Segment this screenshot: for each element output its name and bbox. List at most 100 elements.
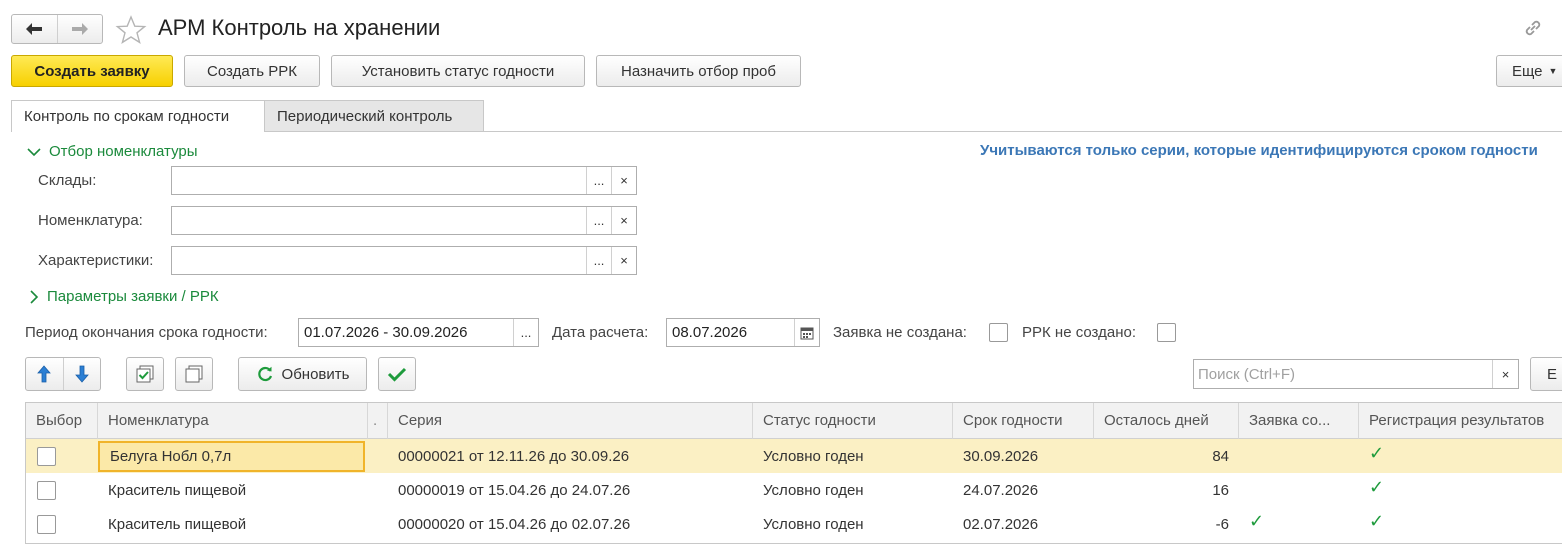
row-status: Условно годен [763,481,864,499]
search-input[interactable] [1194,360,1492,388]
check-all-icon [136,365,154,383]
nomenclature-field: ... × [171,206,637,235]
search-field: × [1193,359,1519,389]
period-field: 01.07.2026 - 30.09.2026 ... [298,318,539,347]
warehouses-clear-button[interactable]: × [611,167,636,194]
calc-date-field: 08.07.2026 [666,318,820,347]
arrow-right-icon [71,23,88,35]
move-down-button[interactable] [62,358,101,390]
column-header-nomenclature[interactable]: Номенклатура [98,403,368,439]
link-icon [1525,20,1541,36]
characteristics-label: Характеристики: [38,252,154,269]
row-select-checkbox[interactable] [37,514,56,534]
rrk-not-created-checkbox[interactable] [1157,323,1176,342]
row-days-left: 16 [1212,481,1229,499]
apply-button[interactable] [378,357,416,391]
column-header-status[interactable]: Статус годности [753,403,953,439]
nomenclature-choose-button[interactable]: ... [586,207,611,234]
row-series: 00000019 от 15.04.26 до 24.07.26 [398,481,631,499]
create-rrk-button[interactable]: Создать РРК [184,55,320,87]
table-row[interactable]: Белуга Нобл 0,7л 00000021 от 12.11.26 до… [26,439,1562,473]
tab-expiry-control[interactable]: Контроль по срокам годности [11,100,265,132]
set-status-button[interactable]: Установить статус годности [331,55,585,87]
column-header-select[interactable]: Выбор [26,403,98,439]
results-table: Выбор Номенклатура . Серия Статус годнос… [25,402,1562,544]
search-clear-button[interactable]: × [1492,360,1518,388]
characteristics-input[interactable] [172,247,586,274]
back-button[interactable] [12,15,57,43]
star-icon [115,15,147,44]
create-request-button[interactable]: Создать заявку [11,55,173,87]
row-select-checkbox[interactable] [37,446,56,466]
column-header-request[interactable]: Заявка со... [1239,403,1359,439]
check-icon [387,367,407,382]
calc-date-label: Дата расчета: [552,324,649,341]
assign-sampling-button[interactable]: Назначить отбор проб [596,55,801,87]
registration-check-icon: ✓ [1369,476,1385,497]
row-expiry: 24.07.2026 [963,481,1039,499]
favorite-button[interactable] [115,15,147,49]
registration-check-icon: ✓ [1369,510,1385,531]
column-sort-marker: . [368,403,388,439]
warehouses-choose-button[interactable]: ... [586,167,611,194]
refresh-button[interactable]: Обновить [238,357,367,391]
table-row[interactable]: Краситель пищевой 00000020 от 15.04.26 д… [26,507,1562,541]
table-row[interactable]: Краситель пищевой 00000019 от 15.04.26 д… [26,473,1562,507]
move-up-button[interactable] [26,358,63,390]
row-expiry: 30.09.2026 [963,447,1039,465]
request-params-title: Параметры заявки / РРК [47,288,219,305]
forward-button[interactable] [56,15,103,43]
request-params-toggle[interactable]: Параметры заявки / РРК [29,288,219,305]
period-choose-button[interactable]: ... [513,319,538,346]
period-input[interactable]: 01.07.2026 - 30.09.2026 [299,319,513,346]
refresh-icon [257,366,272,382]
nomenclature-clear-button[interactable]: × [611,207,636,234]
row-series: 00000020 от 15.04.26 до 02.07.26 [398,515,631,533]
more-button[interactable]: Еще ▼ [1496,55,1562,87]
uncheck-all-button[interactable] [175,357,213,391]
row-select-checkbox[interactable] [37,480,56,500]
arrow-left-icon [26,23,43,35]
check-all-button[interactable] [126,357,164,391]
column-header-series[interactable]: Серия [388,403,753,439]
row-expiry: 02.07.2026 [963,515,1039,533]
link-button[interactable] [1522,17,1544,43]
nomenclature-filter-toggle[interactable]: Отбор номенклатуры [27,143,198,160]
row-series: 00000021 от 12.11.26 до 30.09.26 [398,447,630,465]
registration-check-icon: ✓ [1369,442,1385,463]
nomenclature-filter-title: Отбор номенклатуры [49,143,198,160]
calc-date-input[interactable]: 08.07.2026 [667,319,794,346]
arrow-up-icon [37,365,52,383]
column-header-registration[interactable]: Регистрация результатов [1359,403,1562,439]
more-button-label: Еще [1512,62,1543,80]
series-hint: Учитываются только серии, которые иденти… [980,142,1538,159]
calendar-button[interactable] [794,319,819,346]
characteristics-choose-button[interactable]: ... [586,247,611,274]
row-nomenclature[interactable]: Белуга Нобл 0,7л [98,441,365,472]
table-more-button[interactable]: Е [1530,357,1562,391]
nomenclature-input[interactable] [172,207,586,234]
move-buttons [25,357,101,391]
row-days-left: 84 [1212,447,1229,465]
uncheck-all-icon [185,365,203,383]
row-days-left: -6 [1215,515,1229,533]
chevron-right-icon [30,289,39,304]
column-header-days-left[interactable]: Осталось дней [1094,403,1239,439]
request-check-icon: ✓ [1249,510,1265,531]
row-nomenclature: Краситель пищевой [108,481,247,499]
dropdown-arrow-icon: ▼ [1548,66,1558,76]
warehouses-label: Склады: [38,172,97,189]
row-status: Условно годен [763,447,864,465]
warehouses-field: ... × [171,166,637,195]
request-not-created-label: Заявка не создана: [833,324,967,341]
nomenclature-label: Номенклатура: [38,212,143,229]
warehouses-input[interactable] [172,167,586,194]
chevron-down-icon [27,147,41,156]
refresh-button-label: Обновить [281,365,350,383]
characteristics-clear-button[interactable]: × [611,247,636,274]
row-nomenclature: Краситель пищевой [108,515,247,533]
tab-periodic-control[interactable]: Периодический контроль [265,100,484,132]
column-header-expiry[interactable]: Срок годности [953,403,1094,439]
window-title: АРМ Контроль на хранении [158,15,441,40]
request-not-created-checkbox[interactable] [989,323,1008,342]
